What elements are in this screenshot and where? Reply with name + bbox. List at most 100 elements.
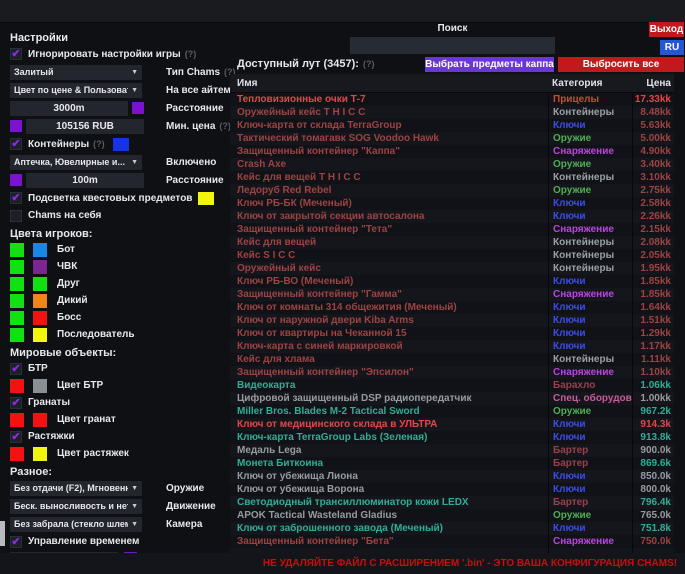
loot-table-row[interactable]: Защищенный контейнер "Бета"Снаряжение750…: [230, 535, 674, 548]
loot-table-row[interactable]: Ключ от убежища ВоронаКлючи800.0k: [230, 483, 674, 496]
loot-table-row[interactable]: Оружейный кейсКонтейнеры1.95kk: [230, 262, 674, 275]
chams-type-label: Тип Chams: [166, 67, 220, 78]
world-secondary-color-swatch[interactable]: [33, 379, 47, 393]
loot-table-row[interactable]: Ключ-карта с синей маркировкойКлючи1.17k…: [230, 340, 674, 353]
loot-table-row[interactable]: Защищенный контейнер "Гамма"Снаряжение1.…: [230, 288, 674, 301]
player-primary-color-swatch[interactable]: [10, 311, 24, 325]
loot-table-row[interactable]: Тактический томагавк SOG Voodoo HawkОруж…: [230, 132, 674, 145]
loot-table-row[interactable]: Защищенный контейнер "Каппа"Снаряжение4.…: [230, 145, 674, 158]
loot-table-row[interactable]: Crash AxeОружие3.40kk: [230, 158, 674, 171]
world-primary-color-swatch[interactable]: [10, 447, 24, 461]
loot-table-row[interactable]: Ледоруб Red RebelОружие2.75kk: [230, 184, 674, 197]
world-color-label: Цвет гранат: [57, 414, 116, 425]
loot-table-row[interactable]: Защищенный контейнер "Эпсилон"Снаряжение…: [230, 366, 674, 379]
loot-table-row[interactable]: Ключ РБ-ВО (Меченый)Ключи1.85kk: [230, 275, 674, 288]
search-input[interactable]: [350, 37, 555, 54]
player-secondary-color-swatch[interactable]: [33, 311, 47, 325]
misc-title: Разное:: [10, 464, 232, 479]
exit-button[interactable]: Выход: [649, 22, 684, 37]
player-primary-color-swatch[interactable]: [10, 294, 24, 308]
language-button[interactable]: RU: [660, 40, 684, 55]
loot-table-row[interactable]: Защищенный контейнер "Тета"Снаряжение2.1…: [230, 223, 674, 236]
loot-item-name: Защищенный контейнер "Бета": [230, 536, 548, 547]
distance-input[interactable]: 3000m: [10, 101, 128, 116]
world-object-checkbox[interactable]: ✔: [10, 431, 22, 443]
loot-table-row[interactable]: APOK Tactical Wasteland GladiusОружие765…: [230, 509, 674, 522]
column-header-name[interactable]: Имя: [230, 78, 548, 89]
player-secondary-color-swatch[interactable]: [33, 328, 47, 342]
loot-table-row[interactable]: Ключ от убежища ЛионаКлючи850.0k: [230, 470, 674, 483]
loot-table-row[interactable]: Miller Bros. Blades M-2 Tactical SwordОр…: [230, 405, 674, 418]
container-distance-input[interactable]: 100m: [26, 173, 144, 188]
check-icon: ✔: [11, 364, 20, 374]
quest-highlight-checkbox[interactable]: ✔: [10, 192, 22, 204]
world-object-checkbox[interactable]: ✔: [10, 363, 22, 375]
ignore-game-settings-checkbox[interactable]: ✔: [10, 48, 22, 60]
loot-table-row[interactable]: ВидеокартаБарахло1.06kk: [230, 379, 674, 392]
loot-table-row[interactable]: Ключ РБ-БК (Меченый)Ключи2.58kk: [230, 197, 674, 210]
player-primary-color-swatch[interactable]: [10, 260, 24, 274]
player-primary-color-swatch[interactable]: [10, 277, 24, 291]
misc-dropdown[interactable]: Беск. выносливость и нет уста▼: [10, 499, 142, 514]
quest-highlight-color-swatch[interactable]: [198, 192, 214, 205]
loot-item-name: Защищенный контейнер "Каппа": [230, 146, 548, 157]
min-price-color-swatch[interactable]: [10, 120, 22, 132]
loot-item-name: Монета Биткоина: [230, 458, 548, 469]
loot-table-row[interactable]: Ключ-карта от склада TerraGroupКлючи5.63…: [230, 119, 674, 132]
player-primary-color-swatch[interactable]: [10, 243, 24, 257]
misc-dropdown[interactable]: Без отдачи (F2), Мгновенное п▼: [10, 481, 142, 496]
drop-all-button[interactable]: Выбросить все: [558, 57, 684, 72]
help-icon[interactable]: (?): [185, 49, 197, 59]
help-icon[interactable]: (?): [363, 59, 375, 69]
player-secondary-color-swatch[interactable]: [33, 260, 47, 274]
loot-table-row[interactable]: Ключ от заброшенного завода (Меченый)Клю…: [230, 522, 674, 535]
world-objects-title: Мировые объекты:: [10, 345, 232, 360]
loot-table-row[interactable]: Ключ от наружной двери Kiba ArmsКлючи1.5…: [230, 314, 674, 327]
world-object-checkbox[interactable]: ✔: [10, 397, 22, 409]
loot-table-row[interactable]: Ключ от квартиры на Чеканной 15Ключи1.29…: [230, 327, 674, 340]
loot-table-row[interactable]: Оружейный кейс T H I C CКонтейнеры8.48kk: [230, 106, 674, 119]
min-price-input[interactable]: 105156 RUB: [26, 119, 144, 134]
time-control-checkbox[interactable]: ✔: [10, 536, 22, 548]
loot-table-row[interactable]: Кейс S I C CКонтейнеры2.05kk: [230, 249, 674, 262]
world-secondary-color-swatch[interactable]: [33, 413, 47, 427]
world-primary-color-swatch[interactable]: [10, 379, 24, 393]
distance-color-swatch[interactable]: [132, 102, 144, 114]
chams-type-dropdown[interactable]: Залитый ▼: [10, 65, 142, 80]
loot-table-row[interactable]: Светодиодный трансиллюминатор кожи LEDXБ…: [230, 496, 674, 509]
loot-table-header: Имя Категория Цена: [230, 74, 674, 93]
help-icon[interactable]: (?): [93, 139, 105, 149]
loot-table-row[interactable]: Медаль LegaБартер900.0k: [230, 444, 674, 457]
loot-table-row[interactable]: Кейс для хламаКонтейнеры1.11kk: [230, 353, 674, 366]
player-primary-color-swatch[interactable]: [10, 328, 24, 342]
loot-table-row[interactable]: Цифровой защищенный DSP радиопередатчикС…: [230, 392, 674, 405]
loot-table-row[interactable]: Кейс для вещейКонтейнеры2.08kk: [230, 236, 674, 249]
container-types-row: Аптечка, Ювелирные и... ▼ Включено: [10, 153, 232, 171]
loot-table-row[interactable]: Монета БиткоинаБартер869.6k: [230, 457, 674, 470]
chams-self-checkbox[interactable]: [10, 210, 22, 222]
loot-item-category: Ключи: [548, 301, 632, 314]
player-secondary-color-swatch[interactable]: [33, 277, 47, 291]
player-secondary-color-swatch[interactable]: [33, 294, 47, 308]
world-secondary-color-swatch[interactable]: [33, 447, 47, 461]
all-items-dropdown[interactable]: Цвет по цене & Пользователь ▼: [10, 83, 142, 98]
loot-table-row[interactable]: Ключ от комнаты 314 общежития (Меченый)К…: [230, 301, 674, 314]
containers-color-swatch[interactable]: [113, 138, 129, 151]
settings-title: Настройки: [10, 30, 232, 45]
loot-table-row[interactable]: Тепловизионные очки Т-7Прицелы17.33kk: [230, 93, 674, 106]
loot-table-row[interactable]: Ключ от закрытой секции автосалонаКлючи2…: [230, 210, 674, 223]
left-edge-scrollbar-thumb[interactable]: [0, 521, 5, 546]
loot-table-row[interactable]: Ключ от медицинского склада в УЛЬТРАКлюч…: [230, 418, 674, 431]
column-header-category[interactable]: Категория: [548, 74, 632, 92]
select-kappa-items-button[interactable]: Выбрать предметы каппа: [425, 57, 554, 72]
loot-item-category: Ключи: [548, 483, 632, 496]
containers-checkbox[interactable]: ✔: [10, 138, 22, 150]
loot-table-row[interactable]: Кейс для вещей T H I C CКонтейнеры3.10kk: [230, 171, 674, 184]
container-distance-color-swatch[interactable]: [10, 174, 22, 186]
player-secondary-color-swatch[interactable]: [33, 243, 47, 257]
column-header-price[interactable]: Цена: [632, 74, 674, 92]
loot-table-row[interactable]: Ключ-карта TerraGroup Labs (Зеленая)Ключ…: [230, 431, 674, 444]
container-types-dropdown[interactable]: Аптечка, Ювелирные и... ▼: [10, 155, 142, 170]
world-primary-color-swatch[interactable]: [10, 413, 24, 427]
misc-dropdown[interactable]: Без забрала (стекло шлема)▼: [10, 517, 142, 532]
